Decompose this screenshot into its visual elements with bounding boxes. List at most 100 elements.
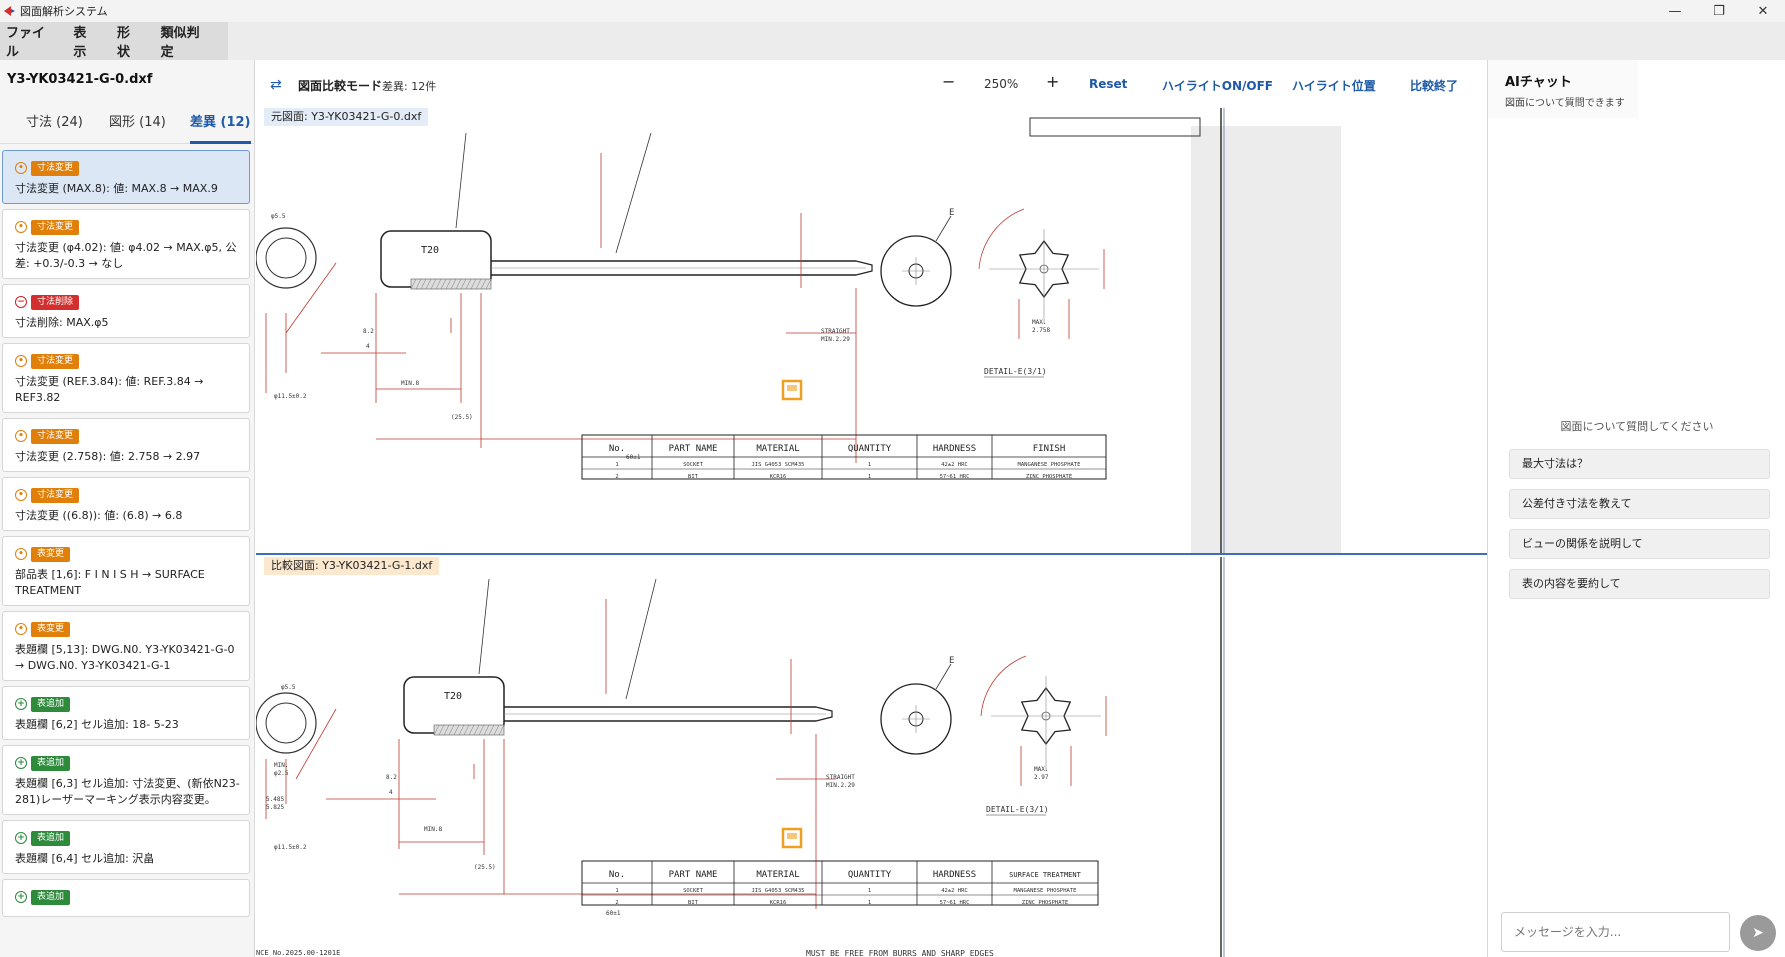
marking-text: T20	[444, 691, 462, 702]
footer-left: NCE No.2025.00-1201E	[256, 949, 340, 957]
menu-view[interactable]: 表示	[73, 22, 97, 60]
straight-label: STRAIGHT	[821, 328, 850, 335]
angle-dimension	[980, 655, 1027, 717]
menu-bar: ファイル 表示 形状 類似判定	[0, 22, 1785, 60]
suggestion-tolerance[interactable]: 公差付き寸法を教えて	[1509, 489, 1770, 519]
ai-empty-message: 図面について質問してください	[1560, 420, 1714, 433]
table-header: QUANTITY	[848, 870, 892, 880]
table-header: SURFACE TREATMENT	[1009, 871, 1081, 879]
socket-body	[403, 676, 505, 734]
table-cell: 1	[868, 888, 871, 894]
diff-item[interactable]: + 表追加表題欄 [6,3] セル追加: 寸法変更、(新依N23-281)レーザー…	[2, 745, 250, 815]
table-cell: SOCKET	[683, 462, 704, 468]
highlight-position-button[interactable]: ハイライト位置	[1292, 77, 1376, 94]
view-letter: E	[949, 656, 954, 666]
table-header: No.	[609, 870, 625, 880]
table-cell: BIT	[688, 900, 699, 906]
deleted-icon: −	[15, 296, 27, 308]
dim-text-phi: φ5.5	[281, 684, 296, 691]
tab-shapes[interactable]: 図形 (14)	[109, 108, 166, 144]
diff-item[interactable]: • 表変更 部品表 [1,6]: F I N I S H → SURFACE TRE…	[2, 536, 250, 606]
window-controls: — ❐ ✕	[1653, 0, 1785, 22]
table-header: PART NAME	[669, 444, 718, 454]
straight-value: MIN.2.29	[826, 782, 855, 789]
tab-differences[interactable]: 差異 (12)	[190, 108, 251, 144]
dim-text-5-825: 5.825	[266, 804, 284, 811]
diff-description: 寸法変更 ((6.8)): 値: (6.8) → 6.8	[15, 509, 183, 522]
added-icon: +	[15, 832, 27, 844]
minimize-button[interactable]: —	[1653, 0, 1697, 22]
diff-description: 寸法変更 (φ4.02): 値: φ4.02 → MAX.φ5, 公差: +0.…	[15, 241, 237, 270]
suggestion-max-dimension[interactable]: 最大寸法は？	[1509, 449, 1770, 479]
compare-drawing-canvas[interactable]: T20 φ5.5 φ11.5±0.2 8.2 4 MIN.8 (25.5) 60±1 STRAI…	[256, 557, 1487, 957]
zoom-in-button[interactable]: +	[1046, 72, 1059, 91]
table-cell: 1	[868, 462, 871, 468]
diff-description: 寸法削除: MAX.φ5	[15, 316, 109, 329]
chat-message-input[interactable]	[1501, 912, 1730, 952]
diff-badge-row: + 表追加	[15, 754, 241, 772]
straight-label: STRAIGHT	[826, 774, 855, 781]
suggestion-views[interactable]: ビューの関係を説明して	[1509, 529, 1770, 559]
title-block-edge	[1029, 117, 1201, 137]
leader-line	[625, 578, 657, 700]
modified-icon: •	[15, 355, 27, 367]
diff-sidebar: Y3-YK03421-G-0.dxf 寸法 (24) 図形 (14) 差異 (1…	[0, 60, 255, 957]
diff-type-badge: 寸法変更	[31, 487, 80, 503]
mode-title: 図面比較モード	[298, 79, 383, 93]
diff-item[interactable]: + 表追加	[2, 879, 250, 917]
table-header: QUANTITY	[848, 444, 892, 454]
tab-dimensions[interactable]: 寸法 (24)	[26, 108, 83, 144]
highlight-toggle-button[interactable]: ハイライトON/OFF	[1162, 77, 1273, 94]
diff-badge-row: • 表変更	[15, 620, 241, 638]
viewer-toolbar: ⇄ 図面比較モード 差異: 12件 − 250% + Reset ハイライトON…	[256, 60, 1487, 108]
close-button[interactable]: ✕	[1741, 0, 1785, 22]
diff-item[interactable]: • 寸法変更 寸法変更 (φ4.02): 値: φ4.02 → MAX.φ5, 公差…	[2, 209, 250, 279]
diff-item[interactable]: • 寸法変更 寸法変更 (REF.3.84): 値: REF.3.84 → REF3…	[2, 343, 250, 413]
table-header: FINISH	[1033, 444, 1066, 454]
table-header: HARDNESS	[933, 870, 976, 880]
send-button[interactable]: ➤	[1740, 915, 1776, 951]
original-drawing-canvas[interactable]: T20 φ5.5 φ11.5±0.2 8.2 4 MIN.8 (25.5) 60±1 STRAI…	[256, 108, 1487, 555]
diff-description: 表題欄 [6,2] セル追加: 18- 5-23	[15, 718, 179, 731]
table-cell: KCR16	[770, 474, 787, 480]
menu-file[interactable]: ファイル	[6, 22, 53, 60]
compare-drawing-pane[interactable]: 比較図面: Y3-YK03421-G-1.dxf T20 φ5.5 φ11.5±0.…	[256, 557, 1487, 957]
table-cell: 42±2 HRC	[941, 462, 968, 468]
title-bar: 図面解析システム — ❐ ✕	[0, 0, 1785, 22]
modified-icon: •	[15, 430, 27, 442]
table-cell: BIT	[688, 474, 699, 480]
max-value: 2.758	[1032, 327, 1050, 334]
added-icon: +	[15, 698, 27, 710]
diff-item[interactable]: • 寸法変更 寸法変更 (MAX.8): 値: MAX.8 → MAX.9	[2, 150, 250, 204]
end-compare-button[interactable]: 比較終了	[1410, 77, 1458, 94]
modified-icon: •	[15, 162, 27, 174]
original-drawing-pane[interactable]: 元図面: Y3-YK03421-G-0.dxf T20 φ5.5 φ11.5±0.2…	[256, 108, 1487, 555]
detail-label: DETAIL-E(3/1)	[986, 805, 1049, 814]
diff-item[interactable]: − 寸法削除 寸法削除: MAX.φ5	[2, 284, 250, 338]
diff-item[interactable]: + 表追加 表題欄 [6,4] セル追加: 沢畠	[2, 820, 250, 874]
table-header: PART NAME	[669, 870, 718, 880]
dim-text-min8: MIN.8	[401, 380, 419, 387]
diff-item[interactable]: • 寸法変更 寸法変更 ((6.8)): 値: (6.8) → 6.8	[2, 477, 250, 531]
diff-type-badge: 表追加	[31, 755, 71, 771]
diff-item[interactable]: + 表追加 表題欄 [6,2] セル追加: 18- 5-23	[2, 686, 250, 740]
diff-description: 表題欄 [6,4] セル追加: 沢畠	[15, 852, 155, 865]
reset-button[interactable]: Reset	[1089, 77, 1127, 91]
dim-text-min8: MIN.8	[424, 826, 442, 833]
diff-item[interactable]: • 表変更 表題欄 [5,13]: DWG.N0. Y3-YK03421-G-0 →…	[2, 611, 250, 681]
table-cell: KCR16	[770, 900, 787, 906]
zoom-out-button[interactable]: −	[942, 72, 955, 91]
table-header: MATERIAL	[756, 444, 799, 454]
diff-description: 寸法変更 (MAX.8): 値: MAX.8 → MAX.9	[15, 182, 218, 195]
suggestion-table-summary[interactable]: 表の内容を要約して	[1509, 569, 1770, 599]
diff-badge-row: • 寸法変更	[15, 427, 241, 445]
diff-description: 表題欄 [6,3] セル追加: 寸法変更、(新依N23-281)レーザーマーキン…	[15, 777, 240, 806]
diff-item[interactable]: • 寸法変更 寸法変更 (2.758): 値: 2.758 → 2.97	[2, 418, 250, 472]
diff-badge-row: • 寸法変更	[15, 352, 241, 370]
maximize-button[interactable]: ❐	[1697, 0, 1741, 22]
ai-chat-title: AIチャット	[1505, 75, 1572, 90]
diff-badge-row: • 表変更	[15, 545, 241, 563]
menu-similarity[interactable]: 類似判定	[161, 22, 208, 60]
dim-text-5-485: 5.485	[266, 796, 284, 803]
menu-shape[interactable]: 形状	[117, 22, 141, 60]
